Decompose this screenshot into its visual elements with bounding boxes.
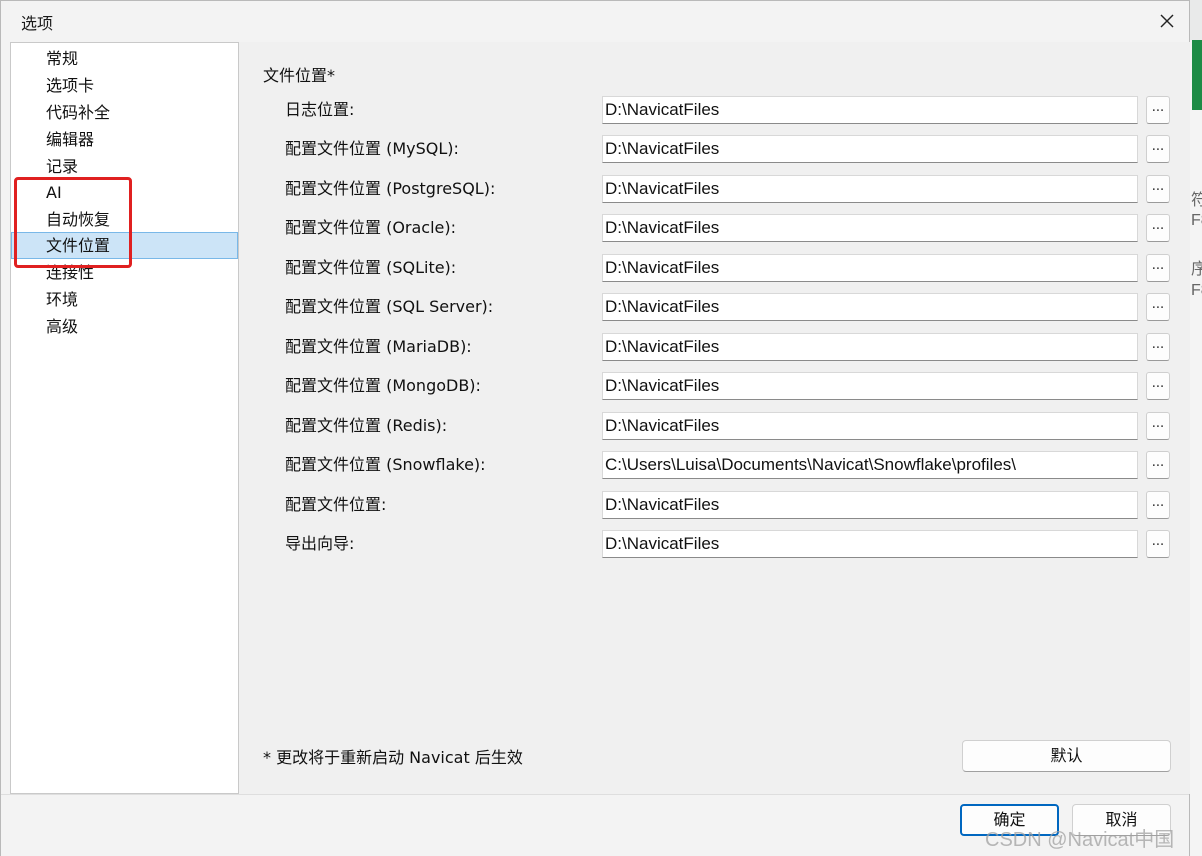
mariadb-profile-input[interactable] — [602, 333, 1138, 361]
sidebar-item-logging[interactable]: 记录 — [11, 153, 238, 180]
log-location-input[interactable] — [602, 96, 1138, 124]
snowflake-profile-browse-button[interactable]: ... — [1146, 451, 1170, 479]
sqlite-profile-browse-button[interactable]: ... — [1146, 254, 1170, 282]
oracle-profile-label: 配置文件位置 (Oracle): — [285, 218, 457, 237]
section-title: 文件位置* — [263, 66, 336, 85]
ok-button[interactable]: 确定 — [960, 804, 1059, 836]
export-wizard-label: 导出向导: — [285, 534, 355, 553]
background-text: F8 — [1191, 212, 1202, 229]
export-wizard-input[interactable] — [602, 530, 1138, 558]
log-location-browse-button[interactable]: ... — [1146, 96, 1170, 124]
category-sidebar: 常规 选项卡 代码补全 编辑器 记录 AI 自动恢复 文件位置 连接性 环境 高… — [10, 42, 239, 794]
sidebar-item-environment[interactable]: 环境 — [11, 286, 238, 313]
mariadb-profile-label: 配置文件位置 (MariaDB): — [285, 337, 472, 356]
sidebar-item-tabs[interactable]: 选项卡 — [11, 72, 238, 99]
sqlserver-profile-browse-button[interactable]: ... — [1146, 293, 1170, 321]
title-bar: 选项 — [1, 1, 1189, 41]
sidebar-item-auto-recovery[interactable]: 自动恢复 — [11, 206, 238, 233]
snowflake-profile-input[interactable] — [602, 451, 1138, 479]
background-window — [1190, 40, 1202, 856]
log-location-label: 日志位置: — [285, 100, 355, 119]
options-dialog: 选项 常规 选项卡 代码补全 编辑器 记录 AI 自动恢复 文件位置 连接性 环… — [0, 0, 1190, 856]
cancel-button[interactable]: 取消 — [1072, 804, 1171, 836]
redis-profile-browse-button[interactable]: ... — [1146, 412, 1170, 440]
sidebar-item-ai[interactable]: AI — [11, 179, 238, 206]
generic-profile-label: 配置文件位置: — [285, 495, 387, 514]
mysql-profile-input[interactable] — [602, 135, 1138, 163]
mongodb-profile-input[interactable] — [602, 372, 1138, 400]
mongodb-profile-label: 配置文件位置 (MongoDB): — [285, 376, 481, 395]
postgresql-profile-browse-button[interactable]: ... — [1146, 175, 1170, 203]
sqlserver-profile-input[interactable] — [602, 293, 1138, 321]
close-icon — [1160, 14, 1174, 28]
redis-profile-input[interactable] — [602, 412, 1138, 440]
sidebar-item-connectivity[interactable]: 连接性 — [11, 259, 238, 286]
generic-profile-browse-button[interactable]: ... — [1146, 491, 1170, 519]
redis-profile-label: 配置文件位置 (Redis): — [285, 416, 448, 435]
close-button[interactable] — [1145, 1, 1189, 41]
background-text: 符 — [1191, 192, 1202, 209]
mariadb-profile-browse-button[interactable]: ... — [1146, 333, 1170, 361]
dialog-title: 选项 — [21, 14, 54, 33]
dialog-button-bar: 确定 取消 — [1, 794, 1189, 856]
sidebar-item-editor[interactable]: 编辑器 — [11, 126, 238, 153]
postgresql-profile-input[interactable] — [602, 175, 1138, 203]
default-button[interactable]: 默认 — [962, 740, 1171, 772]
background-text: 序 — [1191, 261, 1202, 278]
restart-footnote: * 更改将于重新启动 Navicat 后生效 — [263, 748, 523, 767]
background-text: F8 — [1191, 282, 1202, 299]
oracle-profile-input[interactable] — [602, 214, 1138, 242]
sidebar-item-file-location[interactable]: 文件位置 — [11, 232, 238, 259]
export-wizard-browse-button[interactable]: ... — [1146, 530, 1170, 558]
sqlserver-profile-label: 配置文件位置 (SQL Server): — [285, 297, 494, 316]
postgresql-profile-label: 配置文件位置 (PostgreSQL): — [285, 179, 496, 198]
sidebar-item-advanced[interactable]: 高级 — [11, 313, 238, 340]
generic-profile-input[interactable] — [602, 491, 1138, 519]
sqlite-profile-input[interactable] — [602, 254, 1138, 282]
mysql-profile-label: 配置文件位置 (MySQL): — [285, 139, 459, 158]
sidebar-item-general[interactable]: 常规 — [11, 45, 238, 72]
background-green-accent — [1192, 40, 1202, 110]
sidebar-item-code-completion[interactable]: 代码补全 — [11, 99, 238, 126]
file-location-panel: 文件位置* 日志位置: ... 配置文件位置 (MySQL): ... 配置文件… — [239, 42, 1190, 794]
mysql-profile-browse-button[interactable]: ... — [1146, 135, 1170, 163]
sqlite-profile-label: 配置文件位置 (SQLite): — [285, 258, 457, 277]
mongodb-profile-browse-button[interactable]: ... — [1146, 372, 1170, 400]
oracle-profile-browse-button[interactable]: ... — [1146, 214, 1170, 242]
snowflake-profile-label: 配置文件位置 (Snowflake): — [285, 455, 486, 474]
